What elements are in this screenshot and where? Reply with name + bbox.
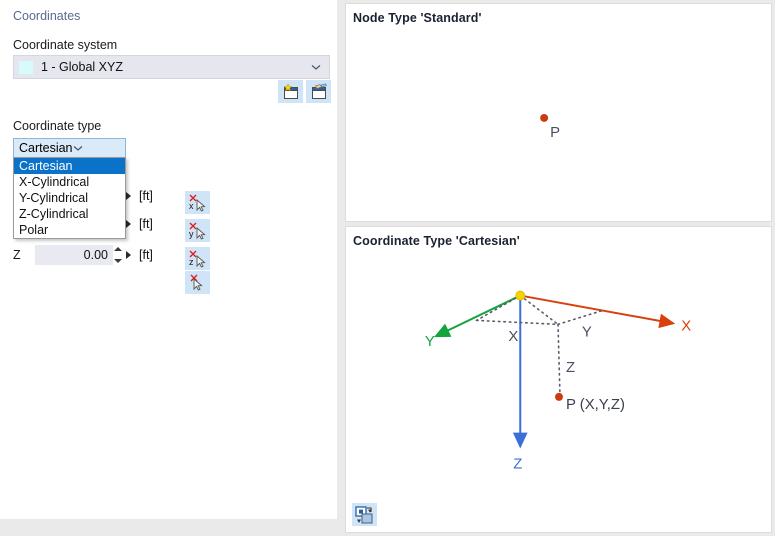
x-axis-arrow (520, 296, 673, 324)
projection-line-z (558, 324, 560, 396)
pick-x-button[interactable]: x (185, 191, 210, 214)
coordinate-type-value: Cartesian (19, 141, 73, 155)
z-value-input[interactable]: 0.00 (35, 245, 113, 265)
edit-window-hand-icon (310, 83, 328, 100)
coordinate-type-combobox[interactable]: Cartesian (13, 138, 126, 158)
node-type-preview-panel: Node Type 'Standard' P (345, 3, 772, 222)
x-expand-arrow-icon[interactable] (126, 192, 131, 200)
coordinate-type-preview-panel: Coordinate Type 'Cartesian' X Y Z (345, 226, 772, 533)
z-expand-arrow-icon[interactable] (126, 251, 131, 259)
coordinate-system-value: 1 - Global XYZ (41, 60, 123, 74)
coordinate-type-option-x-cylindrical[interactable]: X-Cylindrical (14, 174, 125, 190)
node-type-diagram: P (346, 4, 771, 221)
coordinate-system-color-swatch (19, 61, 33, 74)
new-coordinate-system-button[interactable] (278, 80, 303, 103)
coordinate-type-option-cartesian[interactable]: Cartesian (14, 158, 125, 174)
coordinate-type-dropdown-list[interactable]: Cartesian X-Cylindrical Y-Cylindrical Z-… (13, 157, 126, 239)
point-p-label: P (X,Y,Z) (566, 397, 625, 413)
y-axis-label: Y (425, 334, 435, 350)
axis-label-z: Z (13, 248, 21, 262)
toggle-view-button[interactable] (352, 503, 377, 526)
coordinate-system-combobox[interactable]: 1 - Global XYZ (13, 55, 330, 79)
x-component-label: X (508, 329, 518, 345)
pick-z-cursor-icon: z (188, 250, 208, 268)
y-unit: [ft] (139, 217, 153, 231)
swap-image-icon (355, 506, 374, 524)
coordinate-type-label: Coordinate type (13, 119, 101, 133)
pick-z-button[interactable]: z (185, 247, 210, 270)
chevron-down-icon (311, 62, 321, 72)
projection-line-b (558, 310, 603, 324)
pick-y-button[interactable]: y (185, 219, 210, 242)
pick-x-cursor-icon: x (188, 194, 208, 212)
svg-text:x: x (189, 201, 194, 211)
coordinate-row-z: Z 0.00 [ft] (0, 245, 200, 265)
coordinate-system-label: Coordinate system (13, 38, 117, 52)
cartesian-axes-diagram: X Y Z X Y Z P (X,Y,Z) (346, 227, 771, 532)
coordinate-type-option-y-cylindrical[interactable]: Y-Cylindrical (14, 190, 125, 206)
projection-line-d (477, 320, 558, 324)
coordinates-panel: Coordinates Coordinate system 1 - Global… (0, 0, 337, 519)
y-expand-arrow-icon[interactable] (126, 220, 131, 228)
pick-cursor-icon (188, 274, 208, 292)
edit-coordinate-system-button[interactable] (306, 80, 331, 103)
x-unit: [ft] (139, 189, 153, 203)
projection-line-c (477, 296, 521, 321)
z-unit: [ft] (139, 248, 153, 262)
coordinate-type-option-z-cylindrical[interactable]: Z-Cylindrical (14, 206, 125, 222)
pick-y-cursor-icon: y (188, 222, 208, 240)
svg-text:y: y (189, 229, 194, 239)
z-axis-label: Z (513, 456, 522, 472)
origin-marker (516, 291, 525, 300)
svg-text:z: z (189, 257, 194, 267)
coordinate-type-option-polar[interactable]: Polar (14, 222, 125, 238)
page-title: Coordinates (13, 9, 80, 23)
point-p-marker (555, 393, 563, 401)
node-point-marker (540, 114, 548, 122)
node-point-label: P (550, 125, 560, 141)
x-axis-label: X (681, 318, 691, 334)
chevron-down-icon (73, 143, 83, 153)
new-window-star-icon (282, 83, 300, 100)
y-component-label: Y (582, 324, 592, 340)
pick-point-button[interactable] (185, 271, 210, 294)
z-component-label: Z (566, 360, 575, 376)
z-spinner[interactable] (113, 247, 122, 263)
